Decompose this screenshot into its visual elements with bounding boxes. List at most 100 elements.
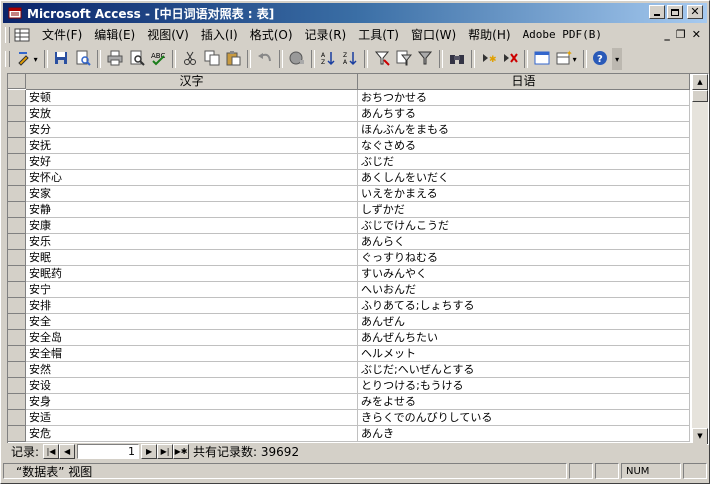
cell-japanese[interactable]: あんぜん (358, 314, 690, 330)
view-design-button[interactable] (15, 49, 35, 69)
table-row[interactable]: 安放 あんちする (8, 106, 690, 122)
row-selector[interactable] (8, 282, 26, 298)
row-selector[interactable] (8, 218, 26, 234)
table-row[interactable]: 安分 ほんぶんをまもる (8, 122, 690, 138)
new-record-nav-button[interactable]: ▶✱ (173, 444, 190, 459)
print-preview-button[interactable] (127, 49, 147, 69)
minimize-button[interactable] (649, 5, 665, 19)
table-row[interactable]: 安全 あんぜん (8, 314, 690, 330)
cell-hanzi[interactable]: 安身 (26, 394, 358, 410)
row-selector[interactable] (8, 378, 26, 394)
cell-hanzi[interactable]: 安怀心 (26, 170, 358, 186)
spelling-button[interactable]: ABC (148, 49, 168, 69)
filter-by-selection-button[interactable] (372, 49, 392, 69)
cell-japanese[interactable]: しずかだ (358, 202, 690, 218)
row-selector[interactable] (8, 298, 26, 314)
previous-record-button[interactable]: ◀ (59, 444, 76, 459)
cell-japanese[interactable]: とりつける;もうける (358, 378, 690, 394)
vertical-scrollbar[interactable]: ▲ ▼ (692, 74, 708, 444)
cell-japanese[interactable]: ぶじだ (358, 154, 690, 170)
cell-japanese[interactable]: ぶじでけんこうだ (358, 218, 690, 234)
row-selector[interactable] (8, 122, 26, 138)
table-row[interactable]: 安宁 へいおんだ (8, 282, 690, 298)
cell-japanese[interactable]: おちつかせる (358, 90, 690, 106)
insert-hyperlink-button[interactable] (287, 49, 307, 69)
row-selector[interactable] (8, 330, 26, 346)
menu-records[interactable]: 记录(R) (299, 26, 353, 44)
cell-japanese[interactable]: あんらく (358, 234, 690, 250)
cell-hanzi[interactable]: 安排 (26, 298, 358, 314)
select-all-corner[interactable] (8, 74, 26, 89)
row-selector[interactable] (8, 202, 26, 218)
cell-japanese[interactable]: ふりあてる;しょちする (358, 298, 690, 314)
table-row[interactable]: 安眠 ぐっすりねむる (8, 250, 690, 266)
table-row[interactable]: 安好 ぶじだ (8, 154, 690, 170)
table-row[interactable]: 安顿 おちつかせる (8, 90, 690, 106)
cut-button[interactable] (180, 49, 200, 69)
copy-button[interactable] (202, 49, 222, 69)
row-selector[interactable] (8, 106, 26, 122)
table-row[interactable]: 安适 きらくでのんびりしている (8, 410, 690, 426)
filter-by-form-button[interactable] (394, 49, 414, 69)
cell-hanzi[interactable]: 安好 (26, 154, 358, 170)
row-selector[interactable] (8, 138, 26, 154)
document-table-icon[interactable] (14, 27, 30, 43)
row-selector[interactable] (8, 186, 26, 202)
apply-filter-button[interactable] (415, 49, 435, 69)
table-row[interactable]: 安抚 なぐさめる (8, 138, 690, 154)
cell-japanese[interactable]: あくしんをいだく (358, 170, 690, 186)
cell-japanese[interactable]: なぐさめる (358, 138, 690, 154)
menu-tools[interactable]: 工具(T) (352, 26, 405, 44)
row-selector[interactable] (8, 266, 26, 282)
table-row[interactable]: 安设 とりつける;もうける (8, 378, 690, 394)
cell-hanzi[interactable]: 安分 (26, 122, 358, 138)
row-selector[interactable] (8, 362, 26, 378)
first-record-button[interactable]: |◀ (43, 444, 60, 459)
row-selector[interactable] (8, 90, 26, 106)
cell-japanese[interactable]: あんちする (358, 106, 690, 122)
menu-view[interactable]: 视图(V) (141, 26, 195, 44)
cell-hanzi[interactable]: 安眠药 (26, 266, 358, 282)
database-window-button[interactable] (532, 49, 552, 69)
cell-hanzi[interactable]: 安适 (26, 410, 358, 426)
table-row[interactable]: 安全岛 あんぜんちたい (8, 330, 690, 346)
cell-japanese[interactable]: きらくでのんびりしている (358, 410, 690, 426)
cell-japanese[interactable]: ぐっすりねむる (358, 250, 690, 266)
table-row[interactable]: 安怀心 あくしんをいだく (8, 170, 690, 186)
cell-japanese[interactable]: ぶじだ;へいぜんとする (358, 362, 690, 378)
access-app-icon[interactable] (7, 5, 23, 21)
cell-japanese[interactable]: ほんぶんをまもる (358, 122, 690, 138)
menu-window[interactable]: 窗口(W) (405, 26, 462, 44)
doc-close-icon[interactable]: ✕ (692, 28, 701, 41)
current-record-field[interactable]: 1 (77, 444, 140, 459)
last-record-button[interactable]: ▶| (157, 444, 174, 459)
next-record-button[interactable]: ▶ (141, 444, 158, 459)
doc-restore-icon[interactable]: ❐ (676, 28, 686, 41)
row-selector[interactable] (8, 170, 26, 186)
cell-hanzi[interactable]: 安康 (26, 218, 358, 234)
cell-hanzi[interactable]: 安宁 (26, 282, 358, 298)
cell-japanese[interactable]: あんぜんちたい (358, 330, 690, 346)
cell-japanese[interactable]: ヘルメット (358, 346, 690, 362)
paste-button[interactable] (224, 49, 244, 69)
scroll-up-button[interactable]: ▲ (692, 74, 708, 90)
cell-japanese[interactable]: すいみんやく (358, 266, 690, 282)
scroll-down-button[interactable]: ▼ (692, 428, 708, 444)
find-button[interactable] (447, 49, 467, 69)
sort-ascending-button[interactable]: AZ (319, 49, 339, 69)
table-row[interactable]: 安眠药 すいみんやく (8, 266, 690, 282)
cell-hanzi[interactable]: 安全 (26, 314, 358, 330)
new-object-dropdown-icon[interactable]: ▾ (573, 55, 580, 64)
row-selector[interactable] (8, 234, 26, 250)
table-row[interactable]: 安静 しずかだ (8, 202, 690, 218)
row-selector[interactable] (8, 346, 26, 362)
cell-hanzi[interactable]: 安设 (26, 378, 358, 394)
undo-button[interactable] (255, 49, 275, 69)
cell-hanzi[interactable]: 安全帽 (26, 346, 358, 362)
menu-adobe-pdf[interactable]: Adobe PDF(B) (517, 26, 608, 44)
row-selector[interactable] (8, 154, 26, 170)
table-row[interactable]: 安然 ぶじだ;へいぜんとする (8, 362, 690, 378)
row-selector[interactable] (8, 394, 26, 410)
doc-minimize-icon[interactable]: _ (664, 28, 670, 41)
menu-file[interactable]: 文件(F) (36, 26, 88, 44)
